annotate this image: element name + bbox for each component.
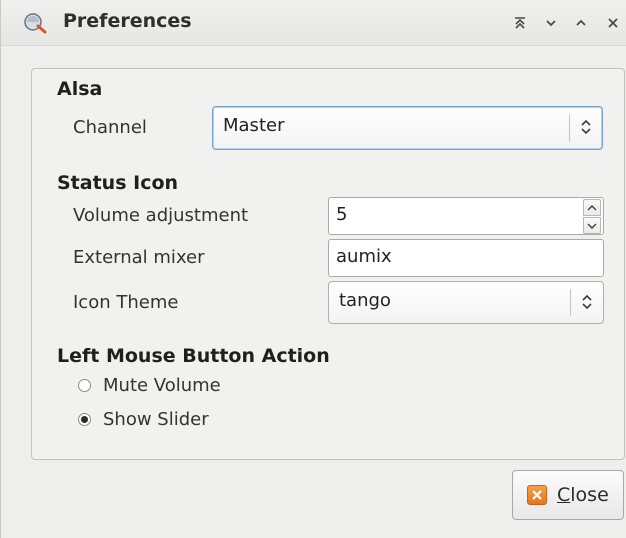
minimize-icon[interactable] — [542, 14, 560, 32]
alsa-heading: Alsa — [57, 78, 103, 100]
close-window-icon[interactable] — [604, 14, 622, 32]
combo-separator — [569, 114, 570, 142]
shade-icon[interactable] — [511, 14, 529, 32]
status-icon-heading: Status Icon — [57, 172, 179, 194]
volume-adjustment-label: Volume adjustment — [73, 205, 249, 226]
combo-arrows-icon — [581, 119, 591, 135]
external-mixer-label: External mixer — [73, 247, 205, 268]
spin-down-button[interactable] — [583, 217, 601, 234]
channel-value: Master — [223, 115, 285, 136]
arrow-down-icon — [587, 223, 597, 229]
maximize-icon[interactable] — [572, 14, 590, 32]
search-icon — [24, 13, 47, 34]
radio-label: Show Slider — [103, 408, 209, 430]
radio-label: Mute Volume — [103, 374, 221, 396]
close-button-label: Close — [557, 484, 609, 506]
radio-mute-volume[interactable]: Mute Volume — [78, 373, 221, 397]
icon-theme-label: Icon Theme — [73, 292, 179, 313]
combo-separator — [570, 289, 571, 316]
external-mixer-input[interactable]: aumix — [328, 239, 604, 277]
window-title: Preferences — [63, 10, 192, 32]
icon-theme-value: tango — [339, 290, 391, 311]
radio-button[interactable] — [78, 412, 91, 426]
channel-combo[interactable]: Master — [212, 106, 603, 150]
radio-show-slider[interactable]: Show Slider — [78, 407, 209, 431]
spin-buttons — [583, 199, 601, 235]
arrow-up-icon — [587, 204, 597, 210]
close-icon — [527, 485, 547, 505]
left-mouse-heading: Left Mouse Button Action — [57, 345, 330, 367]
volume-adjustment-spinbox[interactable]: 5 — [328, 197, 604, 235]
volume-adjustment-value: 5 — [336, 204, 348, 225]
title-bar[interactable]: Preferences — [1, 0, 626, 46]
radio-button[interactable] — [78, 378, 91, 392]
close-button[interactable]: Close — [512, 470, 624, 520]
spin-up-button[interactable] — [583, 199, 601, 216]
icon-theme-combo[interactable]: tango — [328, 281, 604, 324]
external-mixer-value: aumix — [336, 246, 392, 267]
preferences-window: Preferences Alsa Channel Master Status I… — [0, 0, 626, 538]
combo-arrows-icon — [582, 294, 592, 310]
channel-label: Channel — [73, 117, 147, 138]
